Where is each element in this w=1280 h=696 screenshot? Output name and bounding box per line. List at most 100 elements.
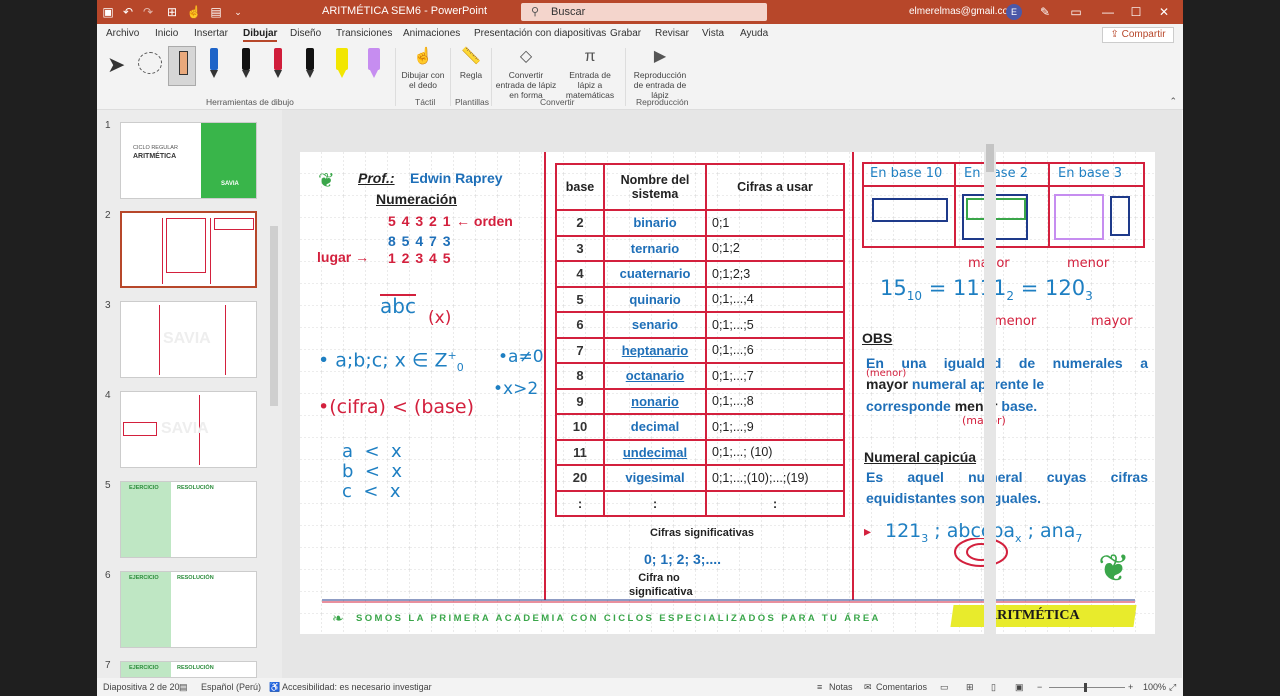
accessibility-status[interactable]: Accesibilidad: es necesario investigar: [282, 682, 432, 692]
zoom-slider-thumb[interactable]: [1084, 683, 1087, 692]
normal-view-icon[interactable]: ▭: [940, 682, 949, 693]
lasso-icon[interactable]: [138, 52, 162, 74]
thumb-line: [162, 218, 163, 284]
slide-thumbnail-panel: 1 CICLO REGULAR ARITMÉTICA SAVIA 2 3 SAV…: [97, 110, 282, 678]
slide-scrollbar-thumb[interactable]: [986, 144, 994, 172]
leaf-logo-icon: ❦: [1098, 548, 1130, 590]
tab-archivo[interactable]: Archivo: [106, 28, 139, 39]
slide-thumbnail-2[interactable]: [120, 211, 257, 288]
slide-thumbnail-6[interactable]: EJERCICIO RESOLUCIÓN: [120, 571, 257, 648]
slide-thumbnail-7[interactable]: EJERCICIO RESOLUCIÓN: [120, 661, 257, 678]
notes-icon[interactable]: ≡: [817, 682, 822, 692]
thumb-number: 3: [105, 300, 111, 311]
close-icon[interactable]: ✕: [1155, 3, 1173, 21]
pen-red[interactable]: [270, 48, 286, 80]
cell-digits: 0;1;2;3: [705, 260, 845, 288]
slide-scrollbar[interactable]: [984, 110, 996, 678]
pen-black-2[interactable]: [302, 48, 318, 80]
zoom-level[interactable]: 100%: [1143, 682, 1166, 692]
ink-to-math-button[interactable]: π Entrada de lápiz a matemáticas: [560, 46, 620, 100]
leaf-logo-icon: ❦: [318, 170, 335, 192]
language-status[interactable]: Español (Perú): [201, 682, 261, 692]
spellcheck-icon[interactable]: ▤: [179, 682, 188, 693]
redo-icon[interactable]: ↷: [139, 3, 157, 21]
powerpoint-window: ▣ ↶ ↷ ⊞ ☝ ▤ ⌄ ARITMÉTICA SEM6 - PowerPoi…: [97, 0, 1183, 696]
share-icon: ⇪: [1110, 29, 1122, 40]
tab-insertar[interactable]: Insertar: [194, 28, 228, 39]
undo-icon[interactable]: ↶: [119, 3, 137, 21]
slide-thumbnail-4[interactable]: SAVIA: [120, 391, 257, 468]
ink-to-math-label: Entrada de lápiz a matemáticas: [565, 70, 615, 100]
comments-icon[interactable]: ✉: [864, 682, 872, 693]
slideshow-icon[interactable]: ▣: [1015, 682, 1024, 693]
tab-ayuda[interactable]: Ayuda: [740, 28, 768, 39]
notes-button[interactable]: Notas: [829, 682, 853, 692]
tab-diseno[interactable]: Diseño: [290, 28, 321, 39]
comments-button[interactable]: Comentarios: [876, 682, 927, 692]
thumbnail-scrollbar[interactable]: [270, 226, 278, 406]
minimize-icon[interactable]: —: [1099, 3, 1117, 21]
reading-view-icon[interactable]: ▯: [991, 682, 996, 693]
draw-with-finger-label: Dibujar con el dedo: [401, 70, 445, 90]
group-label-templates: Plantillas: [455, 97, 490, 107]
ribbon-display-icon[interactable]: ▭: [1067, 3, 1085, 21]
pen-black[interactable]: [238, 48, 254, 80]
menu-bar: Archivo Inicio Insertar Dibujar Diseño T…: [97, 24, 1183, 44]
maximize-icon[interactable]: ☐: [1127, 3, 1145, 21]
ink-to-shape-button[interactable]: ◇ Convertir entrada de lápiz en forma: [494, 46, 558, 100]
slide-thumbnail-1[interactable]: CICLO REGULAR ARITMÉTICA SAVIA: [120, 122, 257, 199]
lugar-digits: 1 2 3 4 5: [388, 250, 452, 266]
highlighter-violet[interactable]: [366, 48, 382, 80]
save-icon[interactable]: ▣: [99, 3, 117, 21]
touch-mode-icon[interactable]: ☝: [185, 3, 203, 21]
cell-base: 8: [555, 362, 605, 390]
slide-thumbnail-5[interactable]: EJERCICIO RESOLUCIÓN: [120, 481, 257, 558]
zoom-out-icon[interactable]: −: [1037, 682, 1042, 692]
tab-grabar[interactable]: Grabar: [610, 28, 641, 39]
highlighter-yellow[interactable]: [334, 48, 350, 80]
pen-icon[interactable]: ✎: [1036, 3, 1054, 21]
tab-vista[interactable]: Vista: [702, 28, 724, 39]
tab-inicio[interactable]: Inicio: [155, 28, 178, 39]
eraser-button[interactable]: [168, 46, 196, 86]
present-icon[interactable]: ⊞: [163, 3, 181, 21]
accessibility-icon[interactable]: ♿: [269, 682, 280, 693]
slide[interactable]: ❦ Prof.: Edwin Raprey Numeración 5 4 3 2…: [300, 152, 1155, 634]
tab-transiciones[interactable]: Transiciones: [336, 28, 392, 39]
cell-name: ternario: [603, 234, 707, 262]
tab-presentacion[interactable]: Presentación con diapositivas: [474, 28, 606, 39]
slide-thumbnail-3[interactable]: SAVIA: [120, 301, 257, 378]
cell-digits: 0;1;...;5: [705, 311, 845, 339]
base2-subgroup: [966, 198, 1026, 220]
customize-qat-icon[interactable]: ⌄: [229, 3, 247, 21]
tab-dibujar[interactable]: Dibujar: [243, 28, 278, 42]
avatar[interactable]: E: [1006, 4, 1022, 20]
ruler-button[interactable]: 📏 Regla: [454, 46, 488, 80]
new-file-icon[interactable]: ▤: [207, 3, 225, 21]
lugar-label: lugar →: [317, 249, 370, 265]
zoom-in-icon[interactable]: +: [1128, 682, 1133, 692]
collapse-ribbon-icon[interactable]: ⌃: [1169, 96, 1177, 107]
cell-base: 10: [555, 413, 605, 441]
cell-name: :: [603, 489, 707, 517]
select-arrow-icon[interactable]: ➤: [107, 52, 125, 78]
slide-canvas-area: ❦ Prof.: Edwin Raprey Numeración 5 4 3 2…: [282, 110, 1182, 678]
search-box[interactable]: ⚲ Buscar: [521, 3, 767, 21]
obs-base: base.: [997, 398, 1038, 414]
base10-header: En base 10: [870, 166, 943, 181]
handwritten-mayor-bottom: mayor: [1091, 314, 1133, 329]
tab-animaciones[interactable]: Animaciones: [403, 28, 460, 39]
eq-120: = 120: [1014, 276, 1086, 300]
pen-blue[interactable]: [206, 48, 222, 80]
thumb-line: [210, 218, 211, 284]
slide-sorter-icon[interactable]: ⊞: [966, 682, 974, 693]
table-row: 3 ternario 0;1;2: [555, 234, 845, 262]
fit-slide-icon[interactable]: ⤢: [1169, 682, 1176, 693]
ribbon-separator: [625, 48, 626, 106]
zoom-slider[interactable]: [1049, 683, 1125, 692]
share-button[interactable]: ⇪ Compartir: [1102, 27, 1174, 43]
bases-box: En base 10 En base 2 En base 3: [862, 162, 1145, 248]
draw-with-finger-button[interactable]: ☝ Dibujar con el dedo: [400, 46, 446, 90]
ink-replay-button[interactable]: ▶ Reproducción de entrada de lápiz: [628, 46, 692, 100]
tab-revisar[interactable]: Revisar: [655, 28, 689, 39]
